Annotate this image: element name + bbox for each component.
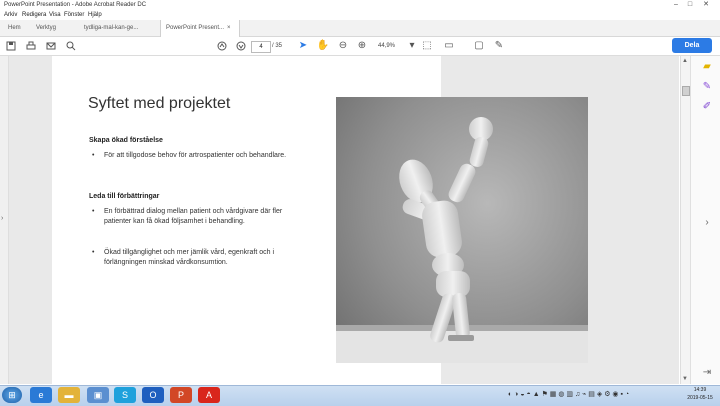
- zoom-dropdown-icon[interactable]: ▾: [405, 37, 419, 55]
- bullet-icon: •: [92, 208, 95, 215]
- menu-fonster[interactable]: Fönster: [64, 10, 84, 20]
- bullet-text: För att tillgodose behov för artrospatie…: [104, 152, 287, 159]
- system-clock[interactable]: 14:39 2019-05-15: [682, 386, 718, 402]
- fit-page-icon[interactable]: ⬚: [420, 37, 434, 55]
- tab-doc-active-label: PowerPoint Present...: [166, 25, 225, 31]
- mail-icon[interactable]: [44, 37, 58, 55]
- page-number-input[interactable]: 4: [251, 41, 271, 53]
- window-title: PowerPoint Presentation - Adobe Acrobat …: [4, 2, 147, 8]
- print-icon[interactable]: [24, 37, 38, 55]
- menu-hjalp[interactable]: Hjälp: [88, 10, 102, 20]
- clock-date: 2019-05-15: [687, 395, 713, 401]
- menu-arkiv[interactable]: Arkiv: [4, 10, 17, 20]
- app-icon[interactable]: ▣: [87, 387, 109, 403]
- menu-visa[interactable]: Visa: [49, 10, 61, 20]
- bullet-item: • Ökad tillgänglighet och mer jämlik vår…: [92, 248, 294, 268]
- share-button-label: Dela: [684, 42, 700, 49]
- zoom-in-icon[interactable]: ⊕: [355, 37, 369, 55]
- fill-sign-icon[interactable]: ✎: [700, 80, 714, 94]
- pane-expand-icon[interactable]: ⇥: [700, 366, 714, 380]
- menu-redigera[interactable]: Redigera: [22, 10, 46, 20]
- acrobat-icon[interactable]: A: [198, 387, 220, 403]
- search-icon[interactable]: [64, 37, 78, 55]
- comment-tool-icon[interactable]: ▰: [700, 60, 714, 74]
- mannequin-photo: [336, 97, 588, 363]
- bullet-icon: •: [92, 152, 95, 159]
- start-button-icon[interactable]: ⊞: [2, 387, 22, 403]
- page-down-icon[interactable]: [234, 37, 248, 55]
- clock-time: 14:39: [693, 387, 707, 393]
- vertical-scrollbar[interactable]: [680, 56, 690, 384]
- scroll-down-icon[interactable]: ▼: [682, 376, 688, 382]
- tab-close-icon[interactable]: ×: [227, 20, 231, 36]
- hand-tool-icon[interactable]: ✋: [316, 37, 330, 55]
- zoom-out-icon[interactable]: ⊖: [336, 37, 350, 55]
- tray-icons[interactable]: ◐ ◑ ◒ ◓ ▲ ⚑ ▦ ◍ ▥ ♫ ⌁ ▤ ◈ ⚙ ◉ ▪ ◔: [508, 388, 629, 402]
- skype-icon[interactable]: S: [114, 387, 136, 403]
- comment-icon[interactable]: ▢: [472, 37, 486, 55]
- tab-doc-1[interactable]: tydliga-mal-kan-ge...: [84, 20, 138, 36]
- edit-pdf-icon[interactable]: ✐: [700, 100, 714, 114]
- page-up-icon[interactable]: [215, 37, 229, 55]
- bullet-text: En förbättrad dialog mellan patient och …: [104, 208, 283, 225]
- collapse-pane-icon[interactable]: ›: [700, 216, 714, 230]
- tab-doc-active[interactable]: PowerPoint Present... ×: [160, 20, 240, 37]
- pen-icon[interactable]: ✎: [492, 37, 506, 55]
- save-icon[interactable]: [4, 37, 18, 55]
- tab-home[interactable]: Hem: [8, 20, 21, 36]
- title-bar: PowerPoint Presentation - Adobe Acrobat …: [0, 0, 720, 10]
- maximize-button[interactable]: □: [684, 0, 696, 10]
- close-window-button[interactable]: ✕: [700, 0, 712, 10]
- section-heading-1: Skapa ökad förståelse: [89, 137, 163, 144]
- select-cursor-icon[interactable]: ➤: [296, 37, 310, 55]
- scroll-up-icon[interactable]: ▲: [682, 58, 688, 64]
- ie-icon[interactable]: e: [30, 387, 52, 403]
- bullet-item: • En förbättrad dialog mellan patient oc…: [92, 207, 294, 227]
- section-heading-2: Leda till förbättringar: [89, 193, 160, 200]
- expand-left-icon[interactable]: ›: [1, 215, 3, 222]
- tab-tools[interactable]: Verktyg: [36, 20, 56, 36]
- share-button[interactable]: Dela: [672, 38, 712, 53]
- slide-title: Syftet med projektet: [88, 95, 231, 112]
- outlook-icon[interactable]: O: [142, 387, 164, 403]
- bullet-icon: •: [92, 249, 95, 256]
- zoom-level[interactable]: 44,9%: [378, 37, 395, 55]
- minimize-button[interactable]: –: [670, 0, 682, 10]
- bullet-item: • För att tillgodose behov för artrospat…: [92, 151, 294, 161]
- presentation-icon[interactable]: ▭: [442, 37, 456, 55]
- bullet-text: Ökad tillgänglighet och mer jämlik vård,…: [104, 249, 275, 266]
- powerpoint-icon[interactable]: P: [170, 387, 192, 403]
- explorer-icon[interactable]: ▬: [58, 387, 80, 403]
- page-count: / 35: [272, 43, 283, 49]
- scroll-thumb[interactable]: [682, 86, 690, 96]
